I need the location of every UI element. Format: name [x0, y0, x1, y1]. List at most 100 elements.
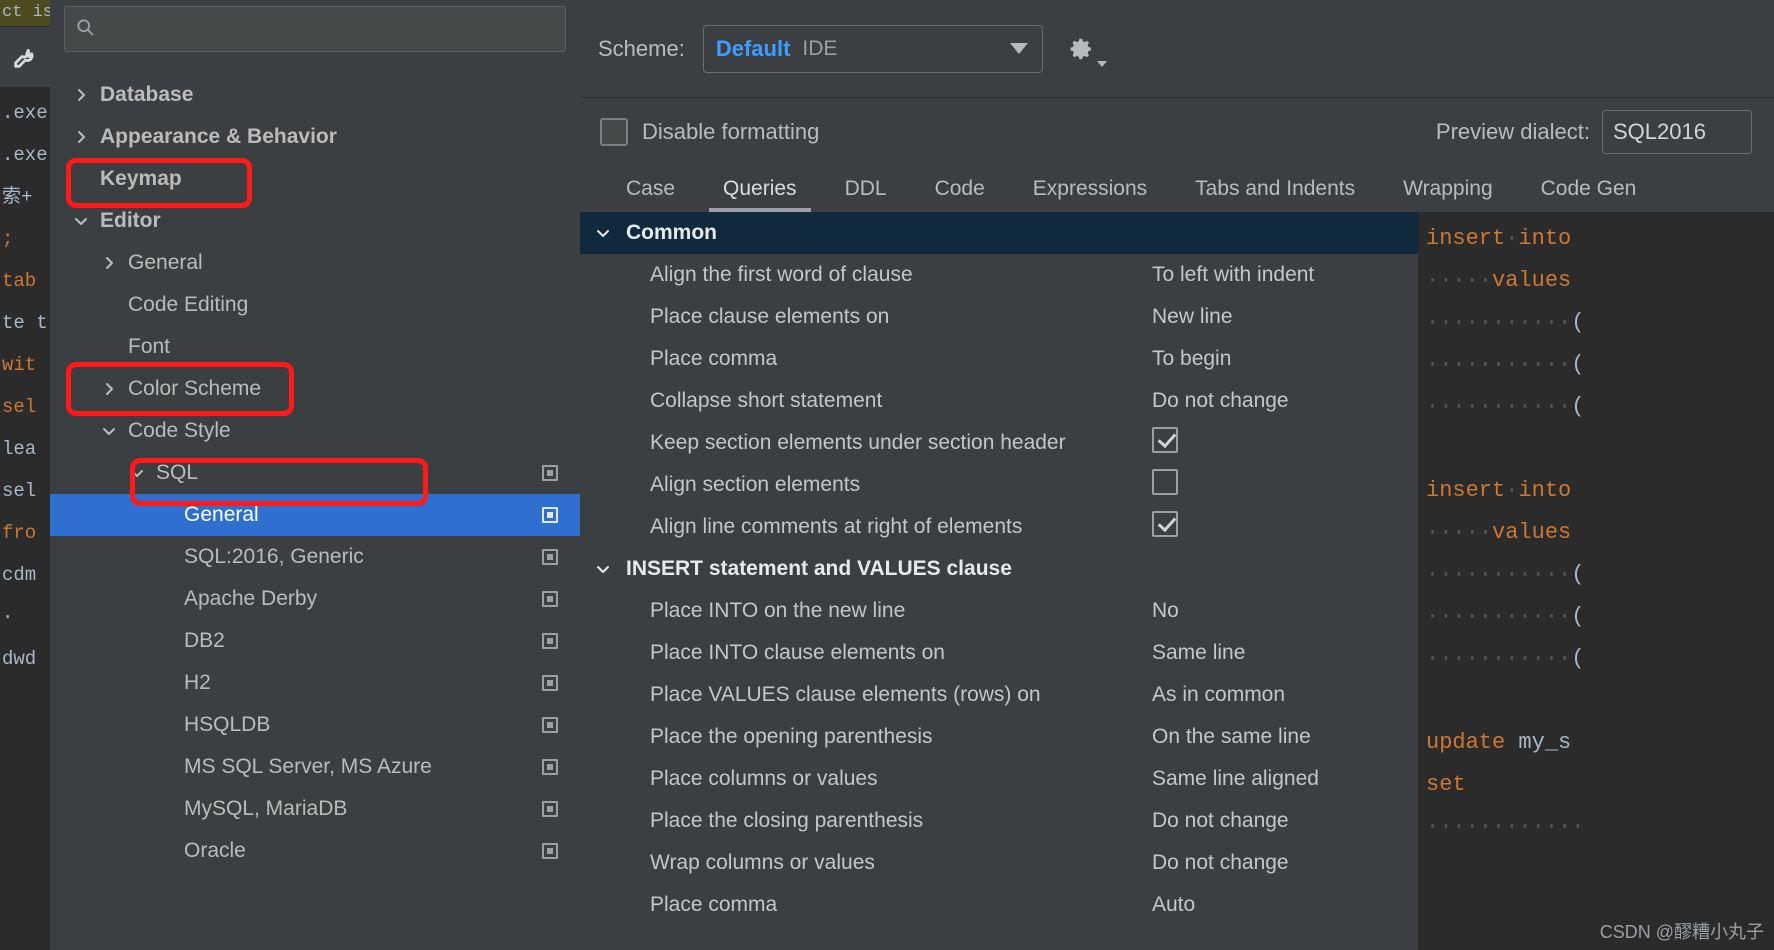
setting-value[interactable]: Do not change — [1148, 389, 1418, 413]
modified-settings-icon — [542, 465, 558, 481]
setting-label: Align the first word of clause — [650, 263, 913, 286]
sidebar-item-label: General — [184, 503, 259, 526]
sidebar-item-code-style[interactable]: Code Style — [50, 410, 580, 452]
settings-row[interactable]: Align section elements — [580, 464, 1418, 506]
disable-formatting-checkbox-row[interactable]: Disable formatting — [600, 118, 819, 146]
setting-value[interactable]: No — [1148, 599, 1418, 623]
code-token: values — [1492, 268, 1572, 293]
sidebar-item-label: Apache Derby — [184, 587, 318, 610]
setting-value[interactable]: As in common — [1148, 683, 1418, 707]
gear-icon[interactable] — [1061, 29, 1107, 69]
setting-checkbox[interactable] — [1148, 511, 1418, 543]
code-preview-line: ···········( — [1418, 638, 1774, 680]
sidebar-item-general[interactable]: General — [50, 242, 580, 284]
sidebar-item-font[interactable]: Font — [50, 326, 580, 368]
settings-row[interactable]: Place INTO clause elements on Same line — [580, 632, 1418, 674]
code-preview-line: ···········( — [1418, 302, 1774, 344]
wrench-icon — [0, 27, 50, 87]
options-bar: Disable formatting Preview dialect: SQL2… — [580, 98, 1774, 166]
settings-row[interactable]: Place columns or values Same line aligned — [580, 758, 1418, 800]
sidebar-item-sql[interactable]: SQL — [50, 452, 580, 494]
settings-group-header[interactable]: INSERT statement and VALUES clause — [580, 548, 1418, 590]
tab-case[interactable]: Case — [602, 166, 699, 212]
chevron-down-icon[interactable] — [100, 422, 118, 440]
chevron-down-icon[interactable] — [592, 558, 614, 580]
sidebar-item-code-editing[interactable]: Code Editing — [50, 284, 580, 326]
chevron-right-icon[interactable] — [100, 254, 118, 272]
disable-formatting-checkbox[interactable] — [600, 118, 628, 146]
tab-wrapping[interactable]: Wrapping — [1379, 166, 1517, 212]
sidebar-item-keymap[interactable]: Keymap — [50, 158, 580, 200]
editor-code-line: wit — [2, 354, 37, 376]
settings-row[interactable]: Place the closing parenthesis Do not chan… — [580, 800, 1418, 842]
code-token: ···· — [1426, 268, 1479, 293]
tab-expressions[interactable]: Expressions — [1009, 166, 1171, 212]
sidebar-item-oracle[interactable]: Oracle — [50, 830, 580, 872]
setting-label: Keep section elements under section head… — [650, 431, 1066, 454]
settings-row[interactable]: Place VALUES clause elements (rows) on As… — [580, 674, 1418, 716]
sidebar-item-editor[interactable]: Editor — [50, 200, 580, 242]
sidebar-item-ms-sql-server-ms-azure[interactable]: MS SQL Server, MS Azure — [50, 746, 580, 788]
setting-value[interactable]: Do not change — [1148, 809, 1418, 833]
tab-ddl[interactable]: DDL — [821, 166, 911, 212]
setting-value[interactable]: To begin — [1148, 347, 1418, 371]
tab-label: Expressions — [1032, 177, 1148, 200]
settings-row[interactable]: Align the first word of clause To left wi… — [580, 254, 1418, 296]
tab-code-gen[interactable]: Code Gen — [1517, 166, 1661, 212]
chevron-right-icon[interactable] — [72, 86, 90, 104]
search-box[interactable] — [64, 6, 566, 52]
editor-code-line: tab — [2, 270, 37, 292]
code-preview-line: ···········( — [1418, 344, 1774, 386]
sidebar-item-label: Appearance & Behavior — [100, 125, 337, 148]
tab-tabs-and-indents[interactable]: Tabs and Indents — [1171, 166, 1379, 212]
settings-group-header[interactable]: Common — [580, 212, 1418, 254]
settings-row[interactable]: Wrap columns or values Do not change — [580, 842, 1418, 884]
tab-queries[interactable]: Queries — [699, 166, 821, 212]
settings-tree: Database Appearance & Behavior Keymap Edito… — [50, 74, 580, 950]
setting-value[interactable]: To left with indent — [1148, 263, 1418, 287]
setting-value[interactable]: Same line — [1148, 641, 1418, 665]
settings-row[interactable]: Keep section elements under section head… — [580, 422, 1418, 464]
code-preview-line: set — [1418, 764, 1774, 806]
sidebar-item-sql-2016-generic[interactable]: SQL:2016, Generic — [50, 536, 580, 578]
settings-row[interactable]: Place clause elements on New line — [580, 296, 1418, 338]
settings-row[interactable]: Place comma Auto — [580, 884, 1418, 926]
tab-code[interactable]: Code — [911, 166, 1009, 212]
chevron-right-icon[interactable] — [72, 128, 90, 146]
setting-checkbox[interactable] — [1148, 427, 1418, 459]
code-token: · — [1505, 478, 1519, 503]
editor-code-line: sel — [2, 396, 37, 418]
sidebar-item-color-scheme[interactable]: Color Scheme — [50, 368, 580, 410]
preview-dialect-combobox[interactable]: SQL2016 — [1602, 110, 1752, 154]
code-token: · — [1478, 268, 1493, 293]
settings-row[interactable]: Place comma To begin — [580, 338, 1418, 380]
code-preview-line: ···········( — [1418, 596, 1774, 638]
search-input[interactable] — [103, 19, 555, 39]
chevron-right-icon[interactable] — [100, 380, 118, 398]
sidebar-item-db2[interactable]: DB2 — [50, 620, 580, 662]
sidebar-item-apache-derby[interactable]: Apache Derby — [50, 578, 580, 620]
setting-value[interactable]: New line — [1148, 305, 1418, 329]
settings-row[interactable]: Place the opening parenthesis On the same… — [580, 716, 1418, 758]
setting-label: Place INTO on the new line — [650, 599, 906, 622]
sidebar-item-hsqldb[interactable]: HSQLDB — [50, 704, 580, 746]
settings-group-label: Common — [626, 221, 717, 244]
sidebar-item-h2[interactable]: H2 — [50, 662, 580, 704]
chevron-down-icon[interactable] — [128, 464, 146, 482]
sidebar-item-appearance-behavior[interactable]: Appearance & Behavior — [50, 116, 580, 158]
chevron-down-icon[interactable] — [72, 212, 90, 230]
sidebar-item-mysql-mariadb[interactable]: MySQL, MariaDB — [50, 788, 580, 830]
setting-checkbox[interactable] — [1148, 469, 1418, 501]
sidebar-item-general[interactable]: General — [50, 494, 580, 536]
setting-label: Wrap columns or values — [650, 851, 875, 874]
setting-value[interactable]: Same line aligned — [1148, 767, 1418, 791]
sidebar-item-database[interactable]: Database — [50, 74, 580, 116]
settings-row[interactable]: Place INTO on the new line No — [580, 590, 1418, 632]
settings-row[interactable]: Align line comments at right of elements — [580, 506, 1418, 548]
scheme-combobox[interactable]: Default IDE — [702, 24, 1043, 73]
chevron-down-icon[interactable] — [592, 222, 614, 244]
setting-value[interactable]: On the same line — [1148, 725, 1418, 749]
setting-value[interactable]: Do not change — [1148, 851, 1418, 875]
setting-value[interactable]: Auto — [1148, 893, 1418, 917]
settings-row[interactable]: Collapse short statement Do not change — [580, 380, 1418, 422]
